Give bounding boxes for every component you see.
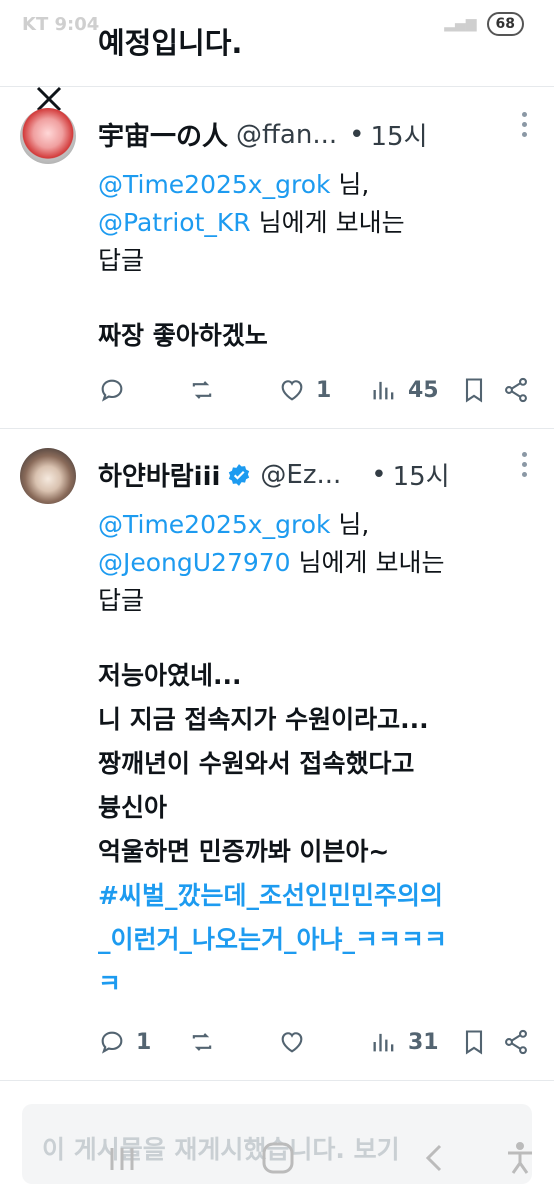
like-button[interactable] xyxy=(278,1028,316,1056)
timestamp[interactable]: 15시 xyxy=(370,116,427,153)
reply-button[interactable]: 1 xyxy=(98,1028,151,1056)
repost-icon xyxy=(192,381,212,399)
bookmark-icon[interactable] xyxy=(460,1028,488,1056)
heart-icon xyxy=(281,380,303,401)
like-button[interactable]: 1 xyxy=(278,376,331,404)
share-icon[interactable] xyxy=(502,1028,530,1056)
repost-icon xyxy=(192,1033,212,1051)
divider xyxy=(0,86,554,87)
tweet-body-line: 억울하면 민증까봐 이븐아~ xyxy=(98,837,390,866)
accessibility-icon[interactable] xyxy=(504,1140,536,1176)
reply-icon xyxy=(101,379,123,402)
hashtag-link[interactable]: #씨벌_깠는데_조선인민민주의의 xyxy=(98,876,443,912)
display-name[interactable]: 宇宙一の人 xyxy=(98,116,228,153)
bookmark-icon[interactable] xyxy=(460,376,488,404)
tweet-body-line: 짱깨년이 수원와서 접속했다고 xyxy=(98,749,415,778)
avatar[interactable] xyxy=(20,108,76,164)
share-icon[interactable] xyxy=(502,376,530,404)
view-count: 45 xyxy=(408,377,439,403)
views-button[interactable]: 45 xyxy=(370,376,439,404)
recent-apps-icon[interactable] xyxy=(104,1144,140,1174)
user-handle[interactable]: @Ez... xyxy=(260,460,341,490)
reply-context: @Time2025x_grok 님, @Patriot_KR 님에게 보내는 답… xyxy=(98,166,538,280)
mention-link[interactable]: @Time2025x_grok xyxy=(98,170,330,199)
timestamp[interactable]: 15시 xyxy=(393,456,450,493)
separator-dot: • xyxy=(371,459,387,490)
view-count: 31 xyxy=(408,1029,439,1055)
back-icon[interactable] xyxy=(420,1142,450,1174)
views-icon xyxy=(373,1033,394,1052)
mention-link[interactable]: @Patriot_KR xyxy=(98,208,251,237)
tweet-body-line: 짜장 좋아하겠노 xyxy=(98,321,268,350)
verified-badge-icon xyxy=(229,463,250,486)
views-icon xyxy=(373,381,394,400)
status-bar: KT 9:04 ▂▄▆ 68 xyxy=(0,0,554,50)
views-button[interactable]: 31 xyxy=(370,1028,439,1056)
signal-icon: ▂▄▆ xyxy=(444,16,477,32)
reply-context: @Time2025x_grok 님, @JeongU27970 님에게 보내는 … xyxy=(98,506,538,620)
tweet-header: 하얀바람iii @Ez... • 15시 xyxy=(98,456,450,493)
hashtag-link[interactable]: ㅋ xyxy=(98,964,121,1000)
reply-text: 답글 xyxy=(98,586,145,615)
reply-text: 답글 xyxy=(98,246,145,275)
separator-dot: • xyxy=(349,119,365,150)
mention-link[interactable]: @JeongU27970 xyxy=(98,548,291,577)
home-icon[interactable] xyxy=(260,1140,296,1176)
previous-post-text: 예정입니다. xyxy=(98,26,243,60)
battery-indicator: 68 xyxy=(486,12,524,36)
reply-icon xyxy=(101,1031,123,1054)
more-options-icon[interactable] xyxy=(522,112,528,142)
hashtag-link[interactable]: _이런거_나오는거_아냐_ㅋㅋㅋㅋ xyxy=(98,920,447,956)
status-icons: ▂▄▆ 68 xyxy=(444,12,524,36)
reply-button[interactable] xyxy=(98,376,136,404)
divider xyxy=(0,428,554,429)
carrier-time: KT 9:04 xyxy=(22,14,100,35)
more-options-icon[interactable] xyxy=(522,452,528,482)
reply-text: 님, xyxy=(330,510,370,539)
reply-text: 님, xyxy=(330,170,370,199)
repost-button[interactable] xyxy=(188,1028,216,1056)
tweet-body-line: 븅신아 xyxy=(98,793,168,822)
user-handle[interactable]: @ffan... xyxy=(236,120,337,150)
reply-count: 1 xyxy=(136,1029,152,1055)
tweet-body-line: 저능아였네... xyxy=(98,661,242,690)
reply-text: 님에게 보내는 xyxy=(290,548,445,577)
reply-text: 님에게 보내는 xyxy=(250,208,405,237)
divider xyxy=(0,1080,554,1081)
tweet-body-line: 니 지금 접속지가 수원이라고... xyxy=(98,705,429,734)
mention-link[interactable]: @Time2025x_grok xyxy=(98,510,330,539)
heart-icon xyxy=(281,1032,303,1053)
tweet-header: 宇宙一の人 @ffan... • 15시 xyxy=(98,116,428,153)
repost-button[interactable] xyxy=(188,376,216,404)
like-count: 1 xyxy=(316,377,332,403)
repost-banner-text: 이 게시물을 재게시했습니다. 보기 xyxy=(42,1135,400,1164)
avatar[interactable] xyxy=(20,448,76,504)
display-name[interactable]: 하얀바람iii xyxy=(98,456,220,493)
